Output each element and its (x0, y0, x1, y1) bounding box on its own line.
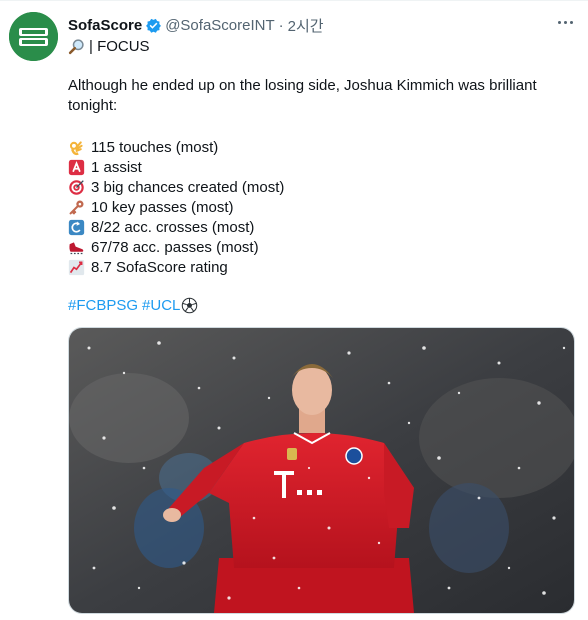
stat-line: 3 big chances created (most) (68, 177, 284, 197)
tweet-header: SofaScore @SofaScoreINT · 2시간 (68, 15, 568, 35)
separator-dot: · (278, 16, 284, 34)
stat-text: 8.7 SofaScore rating (91, 258, 228, 276)
stat-text: 3 big chances created (most) (91, 178, 285, 196)
stat-text: 67/78 acc. passes (most) (91, 238, 259, 256)
stat-text: 115 touches (most) (91, 138, 219, 156)
author-name[interactable]: SofaScore (68, 17, 142, 34)
author-handle[interactable]: @SofaScoreINT (165, 17, 274, 34)
more-dot-icon (563, 20, 567, 24)
stat-line: 67/78 acc. passes (most) (68, 237, 259, 257)
target-icon (68, 179, 85, 196)
key-icon (68, 199, 85, 216)
verified-badge-icon (146, 18, 162, 33)
more-dot-icon (569, 20, 573, 24)
stat-text: 8/22 acc. crosses (most) (91, 218, 255, 236)
tweet-intro: Although he ended up on the losing side,… (68, 77, 537, 114)
chart-up-icon (68, 259, 85, 276)
avatar[interactable] (9, 12, 58, 61)
hashtag-link[interactable]: #FCBPSG (68, 297, 138, 314)
stat-line: 8/22 acc. crosses (most) (68, 217, 254, 237)
tweet-time[interactable]: 2시간 (288, 15, 324, 36)
more-dot-icon (557, 20, 561, 24)
tweet-photo[interactable] (68, 327, 575, 614)
stat-line: 1 assist (68, 157, 142, 177)
hashtag-link[interactable]: #UCL (142, 297, 180, 314)
sofascore-logo-icon (9, 12, 58, 61)
stat-line: 115 touches (most) (68, 137, 218, 157)
focus-line: | FOCUS (68, 38, 150, 55)
focus-label: | FOCUS (89, 38, 150, 55)
player-photo-image (69, 328, 574, 613)
magnifying-glass-icon (68, 39, 84, 55)
more-options-button[interactable] (552, 11, 578, 33)
stat-text: 10 key passes (most) (91, 198, 234, 216)
stat-line: 10 key passes (most) (68, 197, 234, 217)
letter-a-icon (68, 159, 85, 176)
soccer-ball-icon (182, 297, 198, 314)
curved-arrow-icon (68, 219, 85, 236)
ok-hand-icon (68, 139, 85, 156)
tweet-card[interactable]: SofaScore @SofaScoreINT · 2시간 | FOCUS Al… (0, 0, 588, 620)
football-boot-icon (68, 239, 85, 256)
hashtags: #FCBPSG #UCL (68, 297, 198, 314)
stat-text: 1 assist (91, 158, 142, 176)
stat-line: 8.7 SofaScore rating (68, 257, 228, 277)
